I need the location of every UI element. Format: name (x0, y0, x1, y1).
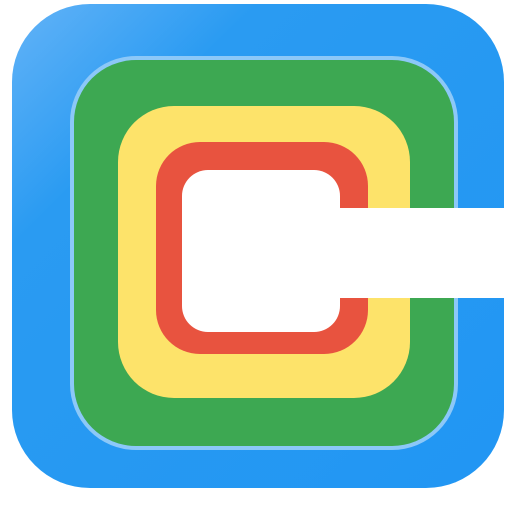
app-icon (0, 0, 512, 512)
inner-white-square (182, 170, 340, 332)
c-opening-cut (340, 208, 512, 298)
nested-rings-c-logo-icon (12, 4, 512, 488)
